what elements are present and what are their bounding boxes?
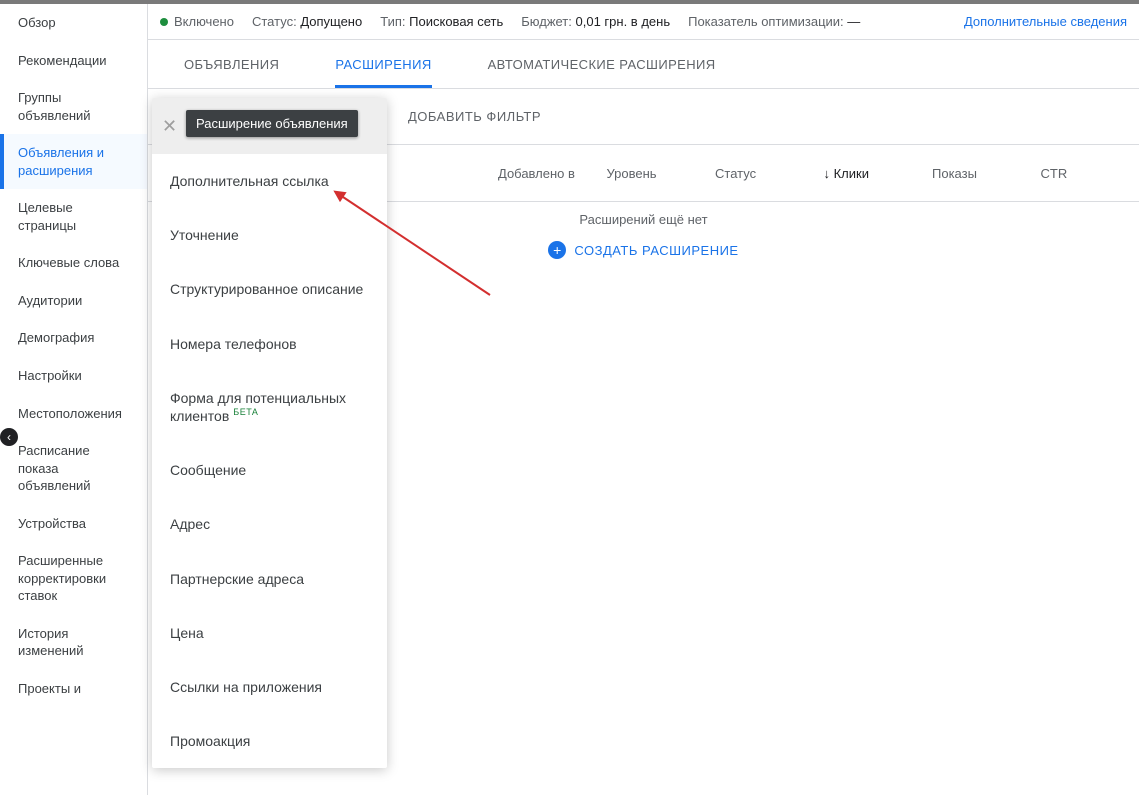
column-header[interactable]: CTR xyxy=(1031,166,1139,181)
left-nav: ОбзорРекомендацииГруппы объявленийОбъявл… xyxy=(0,4,148,795)
tab[interactable]: РАСШИРЕНИЯ xyxy=(335,40,431,88)
status-enabled[interactable]: Включено xyxy=(160,14,234,29)
sidebar-item[interactable]: Расписание показа объявлений xyxy=(0,432,147,505)
add-filter-label: ДОБАВИТЬ ФИЛЬТР xyxy=(408,109,541,124)
sidebar-item[interactable]: История изменений xyxy=(0,615,147,670)
dropdown-header: ✕ Расширение объявления xyxy=(152,98,387,154)
campaign-status-bar: Включено Статус: Допущено Тип: Поисковая… xyxy=(148,4,1139,40)
column-header[interactable]: ↓ Клики xyxy=(814,166,923,181)
budget-field[interactable]: Бюджет: 0,01 грн. в день xyxy=(521,14,670,29)
beta-badge: БЕТА xyxy=(233,407,258,417)
create-extension-label: СОЗДАТЬ РАСШИРЕНИЕ xyxy=(574,243,738,258)
dropdown-item[interactable]: Форма для потенциальных клиентовБЕТА xyxy=(152,371,387,443)
dropdown-item[interactable]: Дополнительная ссылка xyxy=(152,154,387,208)
dropdown-item[interactable]: Структурированное описание xyxy=(152,262,387,316)
more-details-link[interactable]: Дополнительные сведения xyxy=(964,14,1127,29)
dropdown-item[interactable]: Номера телефонов xyxy=(152,317,387,371)
sidebar-item[interactable]: Ключевые слова xyxy=(0,244,147,282)
sidebar-item[interactable]: Группы объявлений xyxy=(0,79,147,134)
dropdown-item[interactable]: Ссылки на приложения xyxy=(152,660,387,714)
sidebar-item[interactable]: Устройства xyxy=(0,505,147,543)
dropdown-item[interactable]: Уточнение xyxy=(152,208,387,262)
dropdown-item[interactable]: Сообщение xyxy=(152,443,387,497)
close-icon[interactable]: ✕ xyxy=(162,116,177,137)
sidebar-item[interactable]: Аудитории xyxy=(0,282,147,320)
plus-icon: + xyxy=(548,241,566,259)
column-header[interactable]: Статус xyxy=(705,166,814,181)
collapse-nav-icon[interactable]: ‹ xyxy=(0,428,18,446)
status-field: Статус: Допущено xyxy=(252,14,362,29)
sidebar-item[interactable]: Обзор xyxy=(0,4,147,42)
dropdown-item[interactable]: Адрес xyxy=(152,497,387,551)
status-enabled-label: Включено xyxy=(174,14,234,29)
sidebar-item[interactable]: Объявления и расширения xyxy=(0,134,147,189)
status-dot-icon xyxy=(160,18,168,26)
sidebar-item[interactable]: Настройки xyxy=(0,357,147,395)
create-extension-button[interactable]: + СОЗДАТЬ РАСШИРЕНИЕ xyxy=(548,241,738,259)
dropdown-item[interactable]: Промоакция xyxy=(152,714,387,768)
dropdown-tooltip: Расширение объявления xyxy=(186,110,358,137)
sidebar-item[interactable]: Рекомендации xyxy=(0,42,147,80)
sidebar-item[interactable]: Проекты и xyxy=(0,670,147,708)
sidebar-item[interactable]: Демография xyxy=(0,319,147,357)
extension-type-dropdown: ✕ Расширение объявления Дополнительная с… xyxy=(152,98,387,768)
sidebar-item[interactable]: Расширенные корректировки ставок xyxy=(0,542,147,615)
column-header[interactable]: Добавлено в xyxy=(488,166,597,181)
optimization-field: Показатель оптимизации: — xyxy=(688,14,860,29)
dropdown-item[interactable]: Партнерские адреса xyxy=(152,552,387,606)
tab[interactable]: АВТОМАТИЧЕСКИЕ РАСШИРЕНИЯ xyxy=(488,40,716,88)
sidebar-item[interactable]: Целевые страницы xyxy=(0,189,147,244)
tab[interactable]: ОБЪЯВЛЕНИЯ xyxy=(184,40,279,88)
sidebar-item[interactable]: Местоположения xyxy=(0,395,147,433)
dropdown-item[interactable]: Цена xyxy=(152,606,387,660)
column-header[interactable]: Показы xyxy=(922,166,1031,181)
type-field: Тип: Поисковая сеть xyxy=(380,14,503,29)
column-header[interactable]: Уровень xyxy=(597,166,706,181)
tab-strip: ОБЪЯВЛЕНИЯ РАСШИРЕНИЯ АВТОМАТИЧЕСКИЕ РАСШИ… xyxy=(148,40,1139,89)
